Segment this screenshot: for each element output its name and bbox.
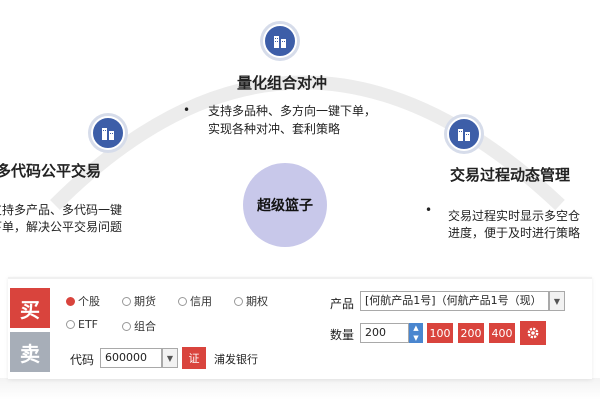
radio-dot xyxy=(234,296,243,306)
stepper-up-icon[interactable]: ▲ xyxy=(413,324,418,332)
feature-bullet: • xyxy=(425,203,433,217)
quantity-stepper[interactable]: ▲ ▼ xyxy=(409,323,423,343)
quick-qty-200-button[interactable]: 200 xyxy=(458,323,484,343)
product-select[interactable]: [何航产品1号]（何航产品1号（现） xyxy=(360,291,549,311)
radio-dot xyxy=(122,296,131,306)
type-radio-credit[interactable]: 信用 xyxy=(178,293,212,309)
feature-desc-hedge-line1: 支持多品种、多方向一键下单， xyxy=(208,104,377,118)
code-dropdown-arrow[interactable]: ▼ xyxy=(162,348,178,368)
sell-button[interactable]: 卖 xyxy=(10,332,50,372)
code-input[interactable]: 600000 xyxy=(100,348,162,368)
type-radio-combo[interactable]: 组合 xyxy=(122,318,156,334)
feature-desc-dynamic-line1: 交易过程实时显示多空仓 xyxy=(448,209,581,223)
exchange-badge: 证 xyxy=(182,347,206,369)
type-radio-options[interactable]: 期权 xyxy=(234,293,268,309)
building-icon xyxy=(91,116,125,150)
feature-title-dynamic-management: 交易过程动态管理 xyxy=(450,166,571,184)
radio-dot xyxy=(66,296,75,306)
code-label: 代码 xyxy=(70,353,95,367)
quantity-label: 数量 xyxy=(330,328,355,342)
product-dropdown-arrow[interactable]: ▼ xyxy=(549,291,565,311)
type-radio-futures[interactable]: 期货 xyxy=(122,293,156,309)
feature-title-fair-trade: 多代码公平交易 xyxy=(0,162,102,180)
stepper-down-icon[interactable]: ▼ xyxy=(413,334,418,342)
stock-name: 浦发银行 xyxy=(214,353,258,366)
type-radio-etf[interactable]: ETF xyxy=(66,318,98,331)
center-circle-super-basket: 超级篮子 xyxy=(243,163,327,247)
product-label: 产品 xyxy=(330,297,355,311)
feature-desc-fair-trade-line1: 支持多产品、多代码一键 xyxy=(0,203,123,217)
feature-desc-hedge-line2: 实现各种对冲、套利策略 xyxy=(208,122,341,136)
buy-button[interactable]: 买 xyxy=(10,288,50,328)
type-radio-stock[interactable]: 个股 xyxy=(66,293,100,309)
radio-dot xyxy=(66,320,75,329)
feature-bullet: • xyxy=(183,103,191,117)
panel-shadow xyxy=(0,378,600,400)
building-icon xyxy=(263,24,297,58)
building-icon xyxy=(447,117,481,151)
center-label: 超级篮子 xyxy=(257,198,313,214)
gear-icon[interactable] xyxy=(520,321,546,345)
feature-title-hedge: 量化组合对冲 xyxy=(237,74,328,92)
quantity-input[interactable]: 200 xyxy=(360,323,409,343)
feature-desc-dynamic-line2: 进度，便于及时进行策略 xyxy=(448,226,581,240)
quick-qty-400-button[interactable]: 400 xyxy=(489,323,515,343)
radio-dot xyxy=(122,321,131,331)
quick-qty-100-button[interactable]: 100 xyxy=(427,323,453,343)
feature-desc-fair-trade-line2: 下单，解决公平交易问题 xyxy=(0,220,123,234)
radio-dot xyxy=(178,296,187,306)
